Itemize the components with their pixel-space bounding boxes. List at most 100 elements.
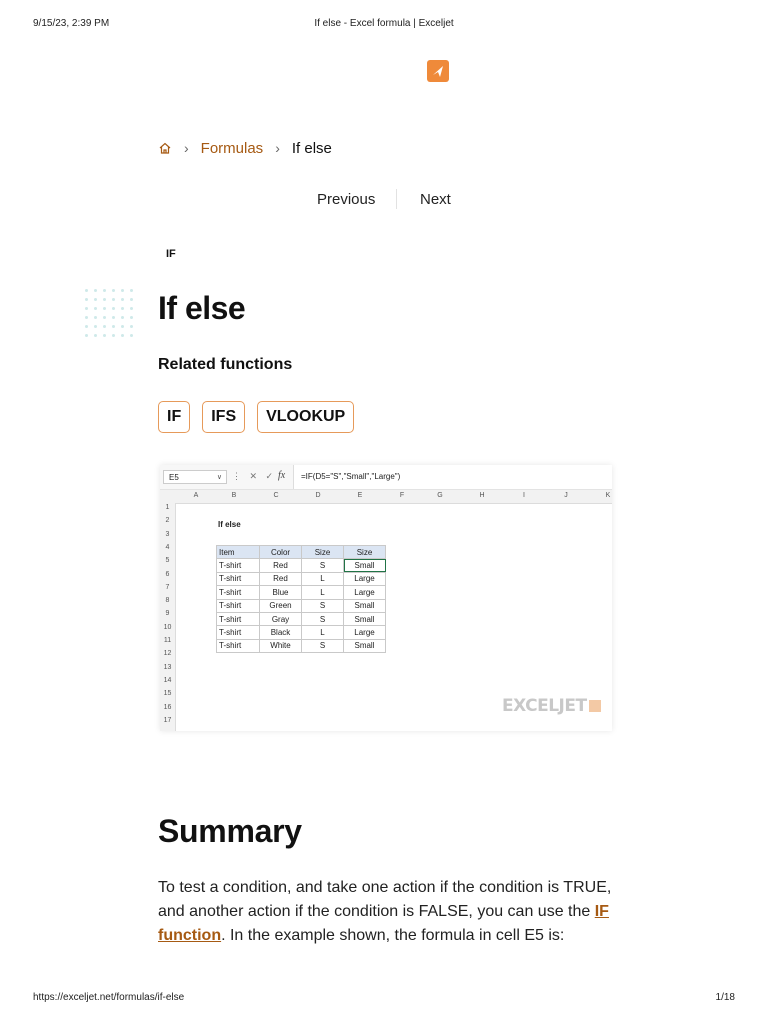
dot <box>112 325 115 328</box>
previous-link[interactable]: Previous <box>317 191 375 208</box>
table-row: T-shirt Gray S Small <box>216 611 386 627</box>
function-button-vlookup[interactable]: VLOOKUP <box>257 401 355 433</box>
table-cell: T-shirt <box>216 571 260 587</box>
table-cell: Blue <box>259 585 302 600</box>
watermark-text: EXCELJET <box>502 696 587 716</box>
dot <box>121 298 124 301</box>
logo-arrow-icon <box>433 66 443 77</box>
dot <box>121 325 124 328</box>
chevron-right-icon: › <box>184 140 189 156</box>
column-header: Color <box>259 544 302 560</box>
table-row: T-shirt Black L Large <box>216 625 386 640</box>
dot <box>130 307 133 310</box>
table-cell: T-shirt <box>216 638 260 654</box>
home-icon[interactable] <box>158 141 172 155</box>
dot <box>103 298 106 301</box>
table-cell: L <box>301 585 344 600</box>
pager-divider <box>396 189 397 209</box>
table-cell: L <box>301 625 344 640</box>
column-letter: K <box>605 492 611 499</box>
fx-icon: fx <box>278 470 286 481</box>
column-letter: H <box>479 492 485 499</box>
dot <box>103 289 106 292</box>
table-cell: T-shirt <box>216 585 260 600</box>
function-button-if[interactable]: IF <box>158 401 191 433</box>
dot <box>85 334 88 337</box>
dot <box>85 316 88 319</box>
row-number: 17 <box>163 716 172 724</box>
table-cell: Large <box>343 585 386 600</box>
name-box: E5 ∨ <box>163 470 227 484</box>
formula-bar: E5 ∨ ⋮ ✕ ✓ fx =IF(D5="S","Small","Large"… <box>160 465 612 490</box>
formula-text: =IF(D5="S","Small","Large") <box>293 465 612 489</box>
row-number: 5 <box>165 557 170 565</box>
row-number: 13 <box>163 663 172 671</box>
dot <box>103 307 106 310</box>
table-cell: Large <box>343 625 386 640</box>
page-title: If else <box>158 290 246 326</box>
dot <box>94 298 97 301</box>
spreadsheet-example: E5 ∨ ⋮ ✕ ✓ fx =IF(D5="S","Small","Large"… <box>160 465 612 731</box>
dot <box>94 289 97 292</box>
column-letter: B <box>231 492 237 499</box>
table-cell: Red <box>259 558 302 573</box>
table-header-row: Item Color Size Size <box>216 544 386 560</box>
summary-text-after: . In the example shown, the formula in c… <box>221 927 565 944</box>
function-button-ifs[interactable]: IFS <box>202 401 246 433</box>
column-letter: E <box>357 492 363 499</box>
watermark-logo-icon <box>588 700 601 712</box>
table-cell: T-shirt <box>216 598 260 613</box>
row-number: 9 <box>165 610 170 618</box>
dot <box>85 325 88 328</box>
related-heading: Related functions <box>158 356 293 373</box>
column-header: Size <box>301 544 344 560</box>
dot <box>94 316 97 319</box>
dot <box>130 298 133 301</box>
dot <box>121 316 124 319</box>
table-row: T-shirt Blue L Large <box>216 585 386 600</box>
dot <box>121 307 124 310</box>
table-cell: S <box>301 558 344 573</box>
category-tag[interactable]: IF <box>166 248 176 260</box>
table-row: T-shirt White S Small <box>216 638 386 654</box>
exceljet-watermark: EXCELJET <box>502 696 601 716</box>
dot <box>112 289 115 292</box>
table-cell: Small <box>343 638 386 654</box>
column-letter: F <box>399 492 405 499</box>
row-number: 6 <box>165 570 170 578</box>
print-page-number: 1/18 <box>715 992 735 1003</box>
dot <box>85 289 88 292</box>
chevron-down-icon: ∨ <box>216 474 222 481</box>
row-number: 1 <box>165 504 170 511</box>
column-letter: A <box>193 492 199 499</box>
row-number: 16 <box>163 703 172 711</box>
dot <box>94 325 97 328</box>
exceljet-logo[interactable] <box>427 60 449 82</box>
dot <box>112 298 115 301</box>
column-header: Size <box>343 544 386 560</box>
breadcrumb-current: If else <box>291 139 332 157</box>
table-cell: S <box>301 638 344 654</box>
dot <box>130 289 133 292</box>
dot <box>103 316 106 319</box>
column-letter: D <box>315 492 321 499</box>
row-number: 12 <box>163 650 172 658</box>
dot <box>85 298 88 301</box>
column-header: Item <box>216 544 260 560</box>
table-cell: Small <box>343 558 386 573</box>
table-cell: Green <box>259 598 302 613</box>
column-headers: A B C D E F G H I J K <box>160 490 612 504</box>
summary-text-before: To test a condition, and take one action… <box>158 879 612 920</box>
name-box-value: E5 <box>169 473 179 482</box>
column-letter: G <box>437 492 443 499</box>
dot <box>121 289 124 292</box>
next-link[interactable]: Next <box>420 191 451 208</box>
data-table: Item Color Size Size T-shirt Red S Small T-s… <box>216 544 386 654</box>
dot <box>121 334 124 337</box>
table-cell: S <box>301 598 344 613</box>
print-page-title: If else - Excel formula | Exceljet <box>314 18 454 29</box>
table-cell: T-shirt <box>216 625 260 640</box>
breadcrumb-formulas[interactable]: Formulas <box>201 140 264 157</box>
row-number: 3 <box>165 530 170 538</box>
column-letter: J <box>564 492 568 499</box>
